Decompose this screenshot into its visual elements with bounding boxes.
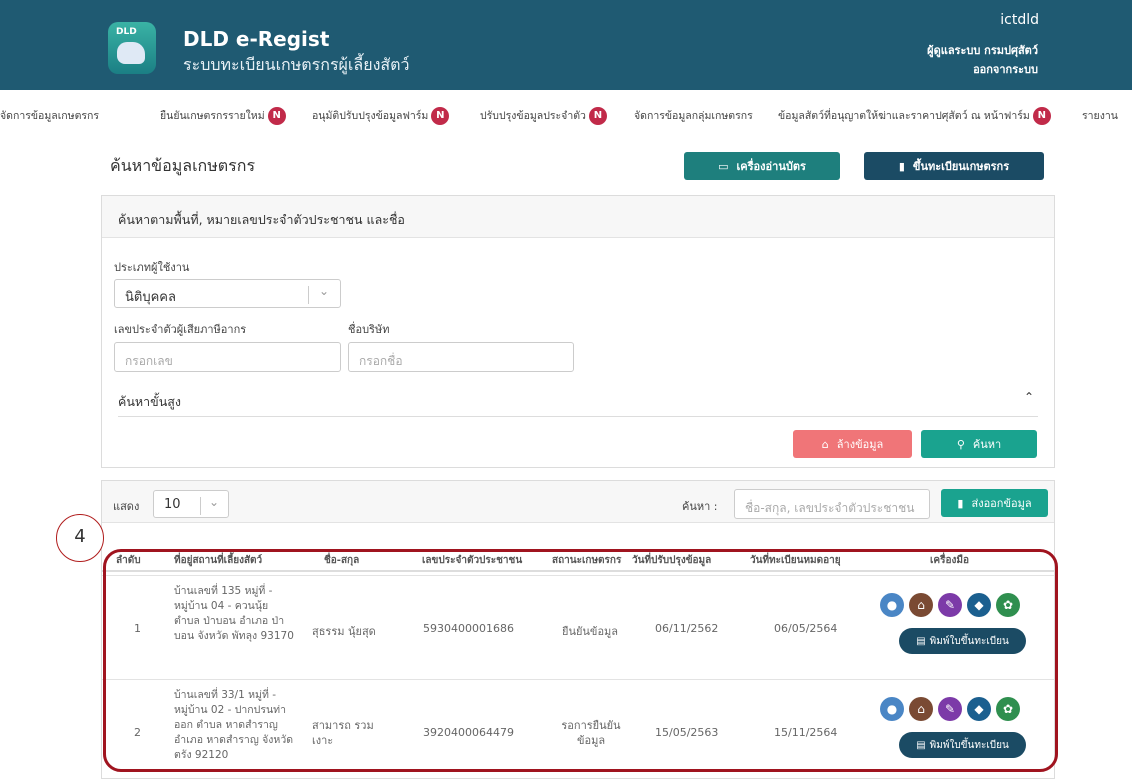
page-size-value: 10 — [164, 497, 181, 512]
logout-link[interactable]: ออกจากระบบ — [973, 60, 1038, 78]
card-reader-label: เครื่องอ่านบัตร — [736, 160, 806, 173]
annotation-number: 4 — [56, 514, 104, 562]
export-button[interactable]: ▮ ส่งออกข้อมูล — [941, 489, 1048, 517]
nav-item-confirm-new-farmers[interactable]: ยืนยันเกษตรกรรายใหม่ N — [160, 107, 286, 125]
search-label: ค้นหา — [972, 438, 1002, 451]
tax-id-label: เลขประจำตัวผู้เสียภาษีอากร — [114, 323, 247, 336]
nav-item-update-profile[interactable]: ปรับปรุงข้อมูลประจำตัว N — [480, 107, 607, 125]
results-toolbar: แสดง 10 ⌄ ค้นหา : ชื่อ-สกุล, เลขประจำตัว… — [102, 481, 1054, 523]
app-header: DLD DLD e-Regist ระบบทะเบียนเกษตรกรผู้เล… — [0, 0, 1132, 90]
company-label: ชื่อบริษัท — [348, 323, 390, 336]
search-panel-title: ค้นหาตามพื้นที่, หมายเลขประจำตัวประชาชน … — [102, 196, 1054, 238]
chevron-down-icon: ⌄ — [319, 284, 330, 298]
new-badge: N — [1032, 107, 1051, 125]
select-divider — [308, 286, 309, 304]
nav-item-manage-farmers[interactable]: จัดการข้อมูลเกษตรกร — [0, 107, 99, 124]
advanced-search-toggle[interactable]: ค้นหาขั้นสูง — [118, 392, 181, 412]
logo-text: DLD — [116, 27, 137, 37]
divider — [118, 416, 1038, 417]
nav-item-farmer-groups[interactable]: จัดการข้อมูลกลุ่มเกษตรกร — [634, 107, 753, 124]
new-badge: N — [267, 107, 286, 125]
user-type-select[interactable]: นิติบุคคล ⌄ — [114, 279, 341, 308]
page-title: ค้นหาข้อมูลเกษตรกร — [110, 156, 256, 175]
nav-item-livestock-prices[interactable]: ข้อมูลสัตว์ที่อนุญาตให้ฆ่าและราคาปศุสัตว… — [778, 107, 1051, 125]
export-label: ส่งออกข้อมูล — [971, 497, 1032, 510]
clear-label: ล้างข้อมูล — [836, 438, 884, 451]
page-size-select[interactable]: 10 ⌄ — [153, 490, 229, 518]
select-divider — [200, 497, 201, 515]
register-label: ขึ้นทะเบียนเกษตรกร — [912, 160, 1010, 173]
search-icon: ⚲ — [956, 437, 965, 451]
company-input[interactable]: กรอกชื่อ — [348, 342, 574, 372]
app-subtitle: ระบบทะเบียนเกษตรกรผู้เลี้ยงสัตว์ — [183, 55, 410, 74]
nav-label: อนุมัติปรับปรุงข้อมูลฟาร์ม — [312, 110, 429, 122]
nav-label: ปรับปรุงข้อมูลประจำตัว — [480, 110, 586, 122]
chevron-up-icon[interactable]: ⌃ — [1024, 390, 1034, 404]
file-icon: ▮ — [898, 159, 905, 173]
chevron-down-icon: ⌄ — [209, 495, 220, 509]
tax-id-input[interactable]: กรอกเลข — [114, 342, 341, 372]
highlight-rectangle — [103, 549, 1058, 772]
username: ictdld — [1000, 12, 1039, 28]
nav-label: จัดการข้อมูลกลุ่มเกษตรกร — [634, 110, 753, 122]
new-badge: N — [431, 107, 450, 125]
main-nav: จัดการข้อมูลเกษตรกร ยืนยันเกษตรกรรายใหม่… — [0, 98, 1132, 130]
table-search-input[interactable]: ชื่อ-สกุล, เลขประจำตัวประชาชน — [734, 489, 930, 519]
register-farmer-button[interactable]: ▮ ขึ้นทะเบียนเกษตรกร — [864, 152, 1044, 180]
nav-item-reports[interactable]: รายงาน — [1082, 107, 1118, 124]
card-reader-button[interactable]: ▭ เครื่องอ่านบัตร — [684, 152, 840, 180]
table-search-label: ค้นหา : — [682, 500, 718, 513]
nav-label: ข้อมูลสัตว์ที่อนุญาตให้ฆ่าและราคาปศุสัตว… — [778, 110, 1030, 122]
search-panel: ค้นหาตามพื้นที่, หมายเลขประจำตัวประชาชน … — [101, 195, 1055, 468]
cow-icon — [117, 42, 145, 64]
user-role: ผู้ดูแลระบบ กรมปศุสัตว์ — [927, 44, 1038, 57]
app-title: DLD e-Regist — [183, 27, 330, 51]
broom-icon: ⌂ — [821, 437, 829, 451]
user-type-value: นิติบุคคล — [125, 290, 176, 305]
export-icon: ▮ — [957, 496, 964, 510]
show-label: แสดง — [113, 500, 140, 513]
nav-label: รายงาน — [1082, 110, 1118, 122]
nav-label: ยืนยันเกษตรกรรายใหม่ — [160, 110, 265, 122]
nav-item-approve-farm-updates[interactable]: อนุมัติปรับปรุงข้อมูลฟาร์ม N — [312, 107, 450, 125]
user-type-label: ประเภทผู้ใช้งาน — [114, 261, 190, 274]
id-card-icon: ▭ — [718, 159, 729, 173]
nav-label: จัดการข้อมูลเกษตรกร — [0, 110, 100, 122]
dld-logo[interactable]: DLD — [108, 22, 156, 74]
clear-button[interactable]: ⌂ ล้างข้อมูล — [793, 430, 912, 458]
new-badge: N — [588, 107, 607, 125]
search-button[interactable]: ⚲ ค้นหา — [921, 430, 1037, 458]
